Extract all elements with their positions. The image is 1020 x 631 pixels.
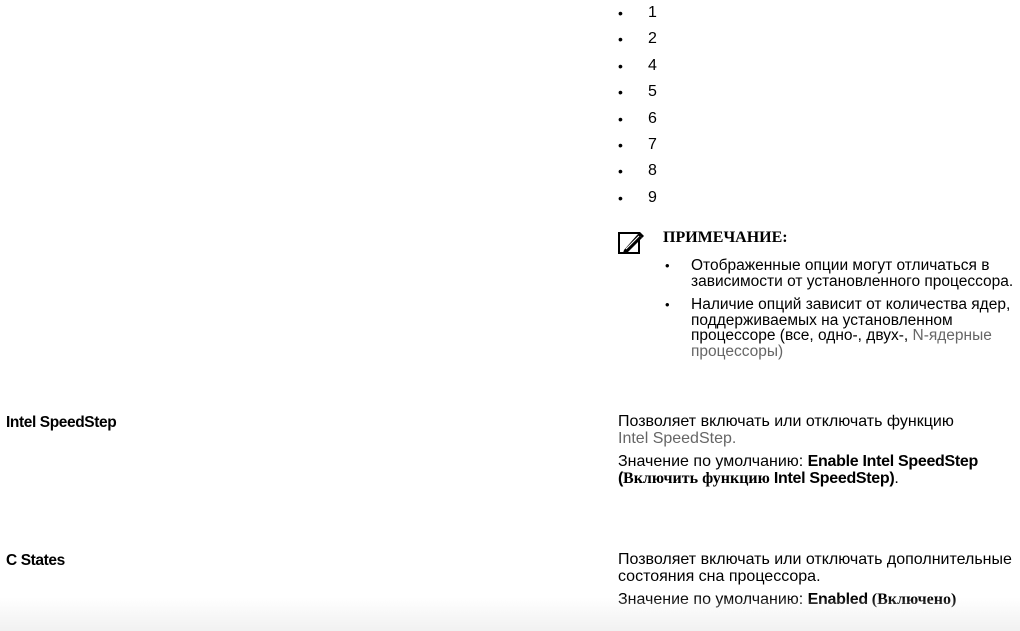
speedstep-desc-text: Позволяет включать или отключать функцию <box>618 413 954 430</box>
list-item: • 8 <box>618 160 657 186</box>
bullet: • <box>665 297 670 312</box>
speedstep-default-ru: Включить функцию <box>623 469 774 487</box>
list-item-text: 9 <box>648 188 657 206</box>
list-item: • 1 <box>618 2 657 28</box>
bullet: • <box>618 5 623 21</box>
list-item: • 6 <box>618 108 657 134</box>
note-item: • Отображенные опции могут отличаться в з… <box>663 258 1018 289</box>
cstates-default-ru: (Включено) <box>867 591 957 608</box>
list-item-text: 2 <box>648 30 657 48</box>
pencil-note-icon <box>618 232 644 254</box>
speedstep-default-value: Enable Intel SpeedStep <box>807 453 979 470</box>
list-item: • 5 <box>618 81 657 107</box>
list-item-text: 1 <box>648 4 657 21</box>
speedstep-default-end: . <box>894 469 899 487</box>
cstates-default-prefix: Значение по умолчанию: <box>618 591 808 608</box>
bullet: • <box>618 163 623 180</box>
bullet: • <box>618 31 623 48</box>
options-list: • 1 • 2 • 4 • 5 • 6 • 7 • 8 • 9 <box>618 2 657 213</box>
list-item-text: 8 <box>648 162 657 180</box>
bullet: • <box>618 57 623 74</box>
speedstep-desc-brand: Intel SpeedStep. <box>618 429 737 447</box>
list-item-text: 6 <box>648 109 657 127</box>
bullet: • <box>665 258 670 273</box>
cstates-description: Позволяет включать или отключать дополни… <box>618 551 1016 616</box>
list-item: • 2 <box>618 28 657 54</box>
note-item-text: Отображенные опции могут отличаться в за… <box>691 257 1014 290</box>
bullet: • <box>618 84 623 101</box>
note-title: ПРИМЕЧАНИЕ: <box>663 229 788 246</box>
speedstep-label: Intel SpeedStep <box>6 414 117 431</box>
list-item-text: 5 <box>648 83 657 101</box>
bullet: • <box>618 110 623 127</box>
cstates-label: C States <box>6 552 65 569</box>
list-item: • 4 <box>618 55 657 81</box>
bullet: • <box>618 189 623 206</box>
speedstep-default-prefix: Значение по умолчанию: <box>618 453 808 470</box>
speedstep-default-ru-brand: Intel SpeedStep <box>773 469 890 487</box>
note-list: • Отображенные опции могут отличаться в з… <box>663 258 1018 367</box>
cstates-default-value: Enabled <box>807 591 868 608</box>
bullet: • <box>618 136 623 153</box>
note-item: • Наличие опций зависит от количества яде… <box>663 297 1018 359</box>
list-item: • 9 <box>618 187 657 213</box>
list-item-text: 7 <box>648 135 657 153</box>
cstates-desc-text: Позволяет включать или отключать дополни… <box>618 551 1012 585</box>
speedstep-description: Позволяет включать или отключать функцию… <box>618 413 1016 494</box>
list-item: • 7 <box>618 134 657 160</box>
list-item-text: 4 <box>648 56 657 74</box>
